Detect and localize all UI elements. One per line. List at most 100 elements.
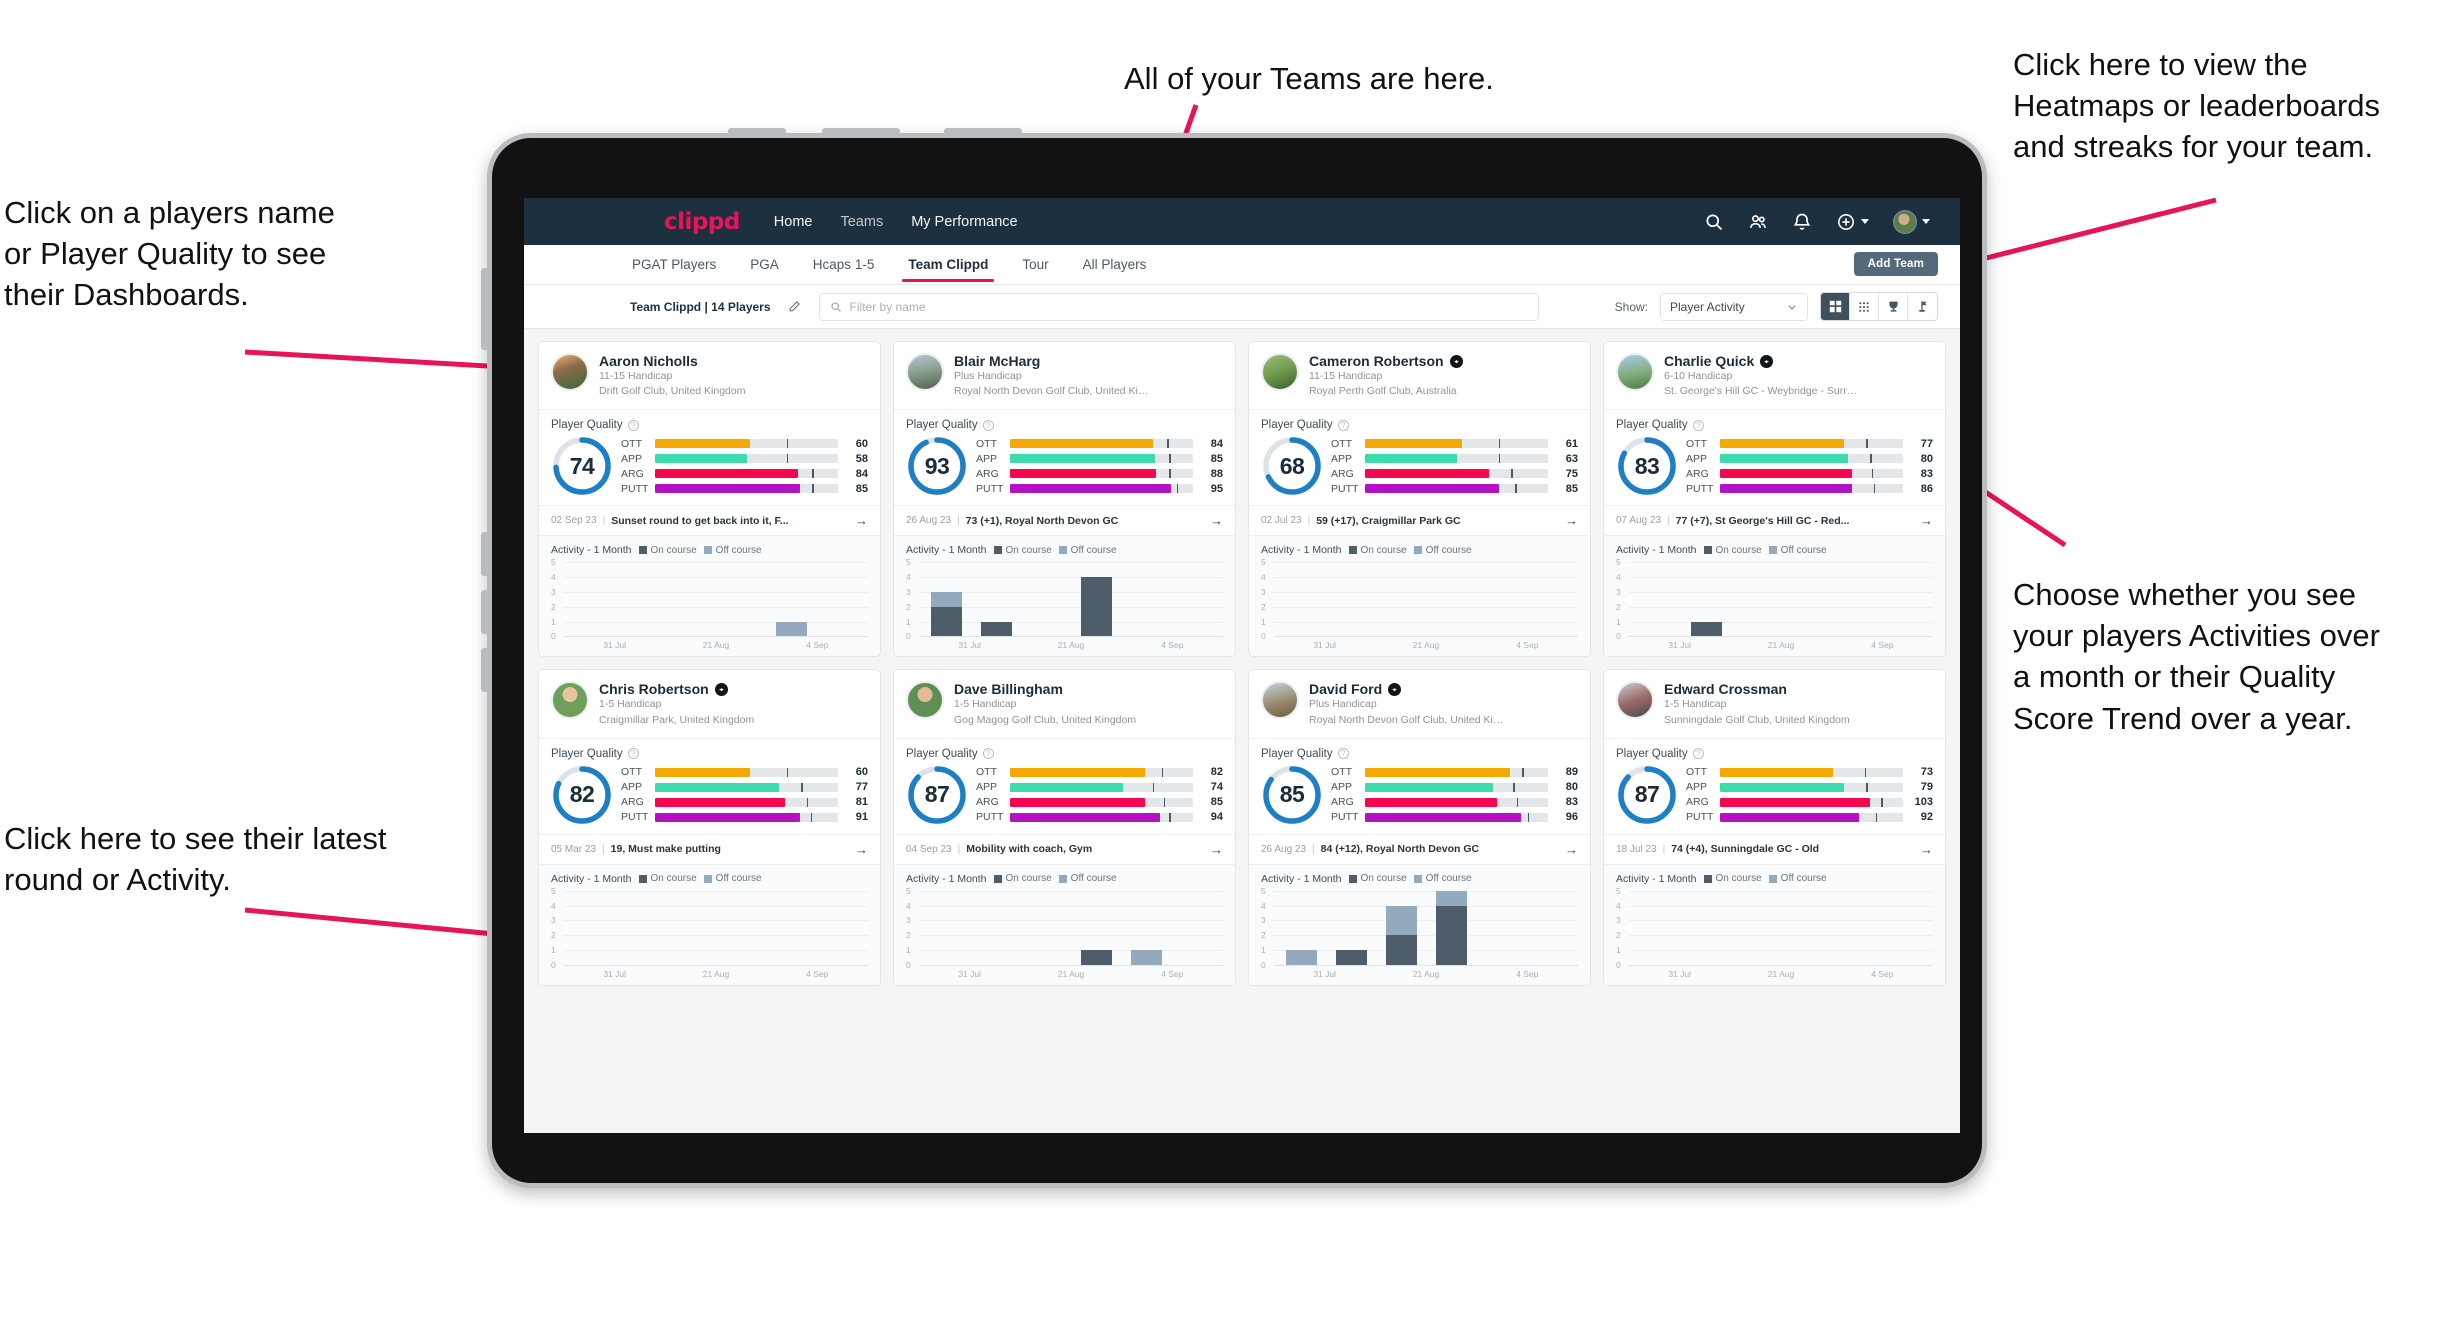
player-name[interactable]: Cameron Robertson bbox=[1309, 353, 1444, 369]
nav-link-my-performance[interactable]: My Performance bbox=[911, 214, 1017, 230]
player-name-row[interactable]: Charlie Quick bbox=[1664, 353, 1860, 369]
arrow-right-icon[interactable]: → bbox=[1210, 513, 1223, 528]
tab-pga[interactable]: PGA bbox=[748, 248, 781, 281]
quality-score-ring[interactable]: 93 bbox=[906, 435, 968, 497]
avatar[interactable] bbox=[1893, 209, 1917, 234]
player-card[interactable]: Edward Crossman 1-5 Handicap Sunningdale G… bbox=[1603, 669, 1946, 986]
player-name-row[interactable]: Chris Robertson bbox=[599, 681, 754, 697]
player-card[interactable]: Charlie Quick 6-10 Handicap St. George's H… bbox=[1603, 341, 1946, 658]
player-quality-section[interactable]: Player Quality? 83 OTT 77 APP 80 ARG 83 PUTT 86 bbox=[1604, 409, 1945, 505]
latest-round-row[interactable]: 26 Aug 23 | 84 (+12), Royal North Devon GC… bbox=[1249, 833, 1590, 864]
help-icon[interactable]: ? bbox=[627, 419, 639, 431]
player-card-header[interactable]: Aaron Nicholls 11-15 Handicap Drift Golf C… bbox=[539, 342, 880, 409]
arrow-right-icon[interactable]: → bbox=[1565, 513, 1578, 528]
latest-round-row[interactable]: 18 Jul 23 | 74 (+4), Sunningdale GC - Old → bbox=[1604, 833, 1945, 864]
player-quality-section[interactable]: Player Quality? 68 OTT 61 APP 63 ARG 75 PUTT 85 bbox=[1249, 409, 1590, 505]
metric-row: OTT 77 bbox=[1686, 438, 1933, 450]
player-name[interactable]: Chris Robertson bbox=[599, 681, 709, 697]
player-name[interactable]: David Ford bbox=[1309, 681, 1382, 697]
clippd-logo[interactable]: clippd bbox=[664, 209, 740, 235]
player-card[interactable]: Chris Robertson 1-5 Handicap Craigmillar P… bbox=[538, 669, 881, 986]
player-name[interactable]: Charlie Quick bbox=[1664, 353, 1754, 369]
bell-icon[interactable] bbox=[1792, 212, 1812, 232]
arrow-right-icon[interactable]: → bbox=[1920, 842, 1933, 857]
help-icon[interactable]: ? bbox=[982, 748, 994, 760]
player-quality-section[interactable]: Player Quality? 87 OTT 73 APP 79 ARG 103 PUTT 92 bbox=[1604, 737, 1945, 834]
help-icon[interactable]: ? bbox=[1692, 419, 1704, 431]
player-card[interactable]: Aaron Nicholls 11-15 Handicap Drift Golf C… bbox=[538, 341, 881, 658]
help-icon[interactable]: ? bbox=[1692, 748, 1704, 760]
player-card[interactable]: Blair McHarg Plus Handicap Royal North Dev… bbox=[893, 341, 1236, 658]
player-name-row[interactable]: Blair McHarg bbox=[954, 353, 1150, 369]
arrow-right-icon[interactable]: → bbox=[1210, 842, 1223, 857]
player-quality-section[interactable]: Player Quality? 93 OTT 84 APP 85 ARG 88 PUTT 95 bbox=[894, 409, 1235, 505]
player-card-header[interactable]: Blair McHarg Plus Handicap Royal North Dev… bbox=[894, 342, 1235, 409]
latest-round-row[interactable]: 26 Aug 23 | 73 (+1), Royal North Devon GC → bbox=[894, 505, 1235, 535]
plus-circle-icon[interactable] bbox=[1836, 212, 1856, 232]
arrow-right-icon[interactable]: → bbox=[855, 842, 868, 857]
quality-score-ring[interactable]: 85 bbox=[1261, 764, 1323, 826]
player-quality-section[interactable]: Player Quality? 87 OTT 82 APP 74 ARG 85 PUTT 94 bbox=[894, 737, 1235, 834]
leaderboard-trophy-button[interactable] bbox=[1879, 293, 1908, 320]
arrow-right-icon[interactable]: → bbox=[855, 513, 868, 528]
player-card-header[interactable]: David Ford Plus Handicap Royal North Devon… bbox=[1249, 670, 1590, 737]
player-name-row[interactable]: David Ford bbox=[1309, 681, 1505, 697]
player-card-header[interactable]: Dave Billingham 1-5 Handicap Gog Magog Gol… bbox=[894, 670, 1235, 737]
player-card[interactable]: Cameron Robertson 11-15 Handicap Royal Per… bbox=[1248, 341, 1591, 658]
player-name[interactable]: Dave Billingham bbox=[954, 681, 1063, 697]
player-name-row[interactable]: Aaron Nicholls bbox=[599, 353, 745, 369]
player-quality-section[interactable]: Player Quality? 85 OTT 89 APP 80 ARG 83 PUTT 96 bbox=[1249, 737, 1590, 834]
nav-link-teams[interactable]: Teams bbox=[840, 214, 883, 230]
player-card[interactable]: David Ford Plus Handicap Royal North Devon… bbox=[1248, 669, 1591, 986]
player-name-row[interactable]: Cameron Robertson bbox=[1309, 353, 1463, 369]
player-name[interactable]: Blair McHarg bbox=[954, 353, 1040, 369]
quality-score-ring[interactable]: 68 bbox=[1261, 435, 1323, 497]
tab-pgat-players[interactable]: PGAT Players bbox=[630, 248, 718, 281]
tab-all-players[interactable]: All Players bbox=[1081, 248, 1149, 281]
quality-score-ring[interactable]: 87 bbox=[1616, 764, 1678, 826]
tab-tour[interactable]: Tour bbox=[1020, 248, 1050, 281]
player-name[interactable]: Edward Crossman bbox=[1664, 681, 1787, 697]
quality-score-ring[interactable]: 74 bbox=[551, 435, 613, 497]
show-select[interactable]: Player Activity bbox=[1660, 292, 1808, 321]
latest-round-row[interactable]: 05 Mar 23 | 19, Must make putting → bbox=[539, 833, 880, 864]
latest-round-row[interactable]: 02 Sep 23 | Sunset round to get back into … bbox=[539, 505, 880, 535]
player-name[interactable]: Aaron Nicholls bbox=[599, 353, 698, 369]
player-card-header[interactable]: Edward Crossman 1-5 Handicap Sunningdale G… bbox=[1604, 670, 1945, 737]
player-card-header[interactable]: Cameron Robertson 11-15 Handicap Royal Per… bbox=[1249, 342, 1590, 409]
help-icon[interactable]: ? bbox=[1337, 748, 1349, 760]
help-icon[interactable]: ? bbox=[627, 748, 639, 760]
search-input[interactable]: Filter by name bbox=[818, 292, 1539, 321]
streaks-flag-button[interactable] bbox=[1908, 293, 1937, 320]
edit-pencil-icon[interactable] bbox=[783, 295, 807, 319]
player-card[interactable]: Dave Billingham 1-5 Handicap Gog Magog Gol… bbox=[893, 669, 1236, 986]
card-view-button[interactable] bbox=[1821, 293, 1850, 320]
quality-score-ring[interactable]: 83 bbox=[1616, 435, 1678, 497]
user-menu[interactable] bbox=[1893, 209, 1930, 234]
nav-link-home[interactable]: Home bbox=[774, 214, 813, 230]
player-card-header[interactable]: Chris Robertson 1-5 Handicap Craigmillar P… bbox=[539, 670, 880, 737]
add-menu[interactable] bbox=[1836, 212, 1869, 232]
quality-score-ring[interactable]: 82 bbox=[551, 764, 613, 826]
player-quality-section[interactable]: Player Quality? 74 OTT 60 APP 58 ARG 84 PUTT 85 bbox=[539, 409, 880, 505]
tab-hcaps-1-5[interactable]: Hcaps 1-5 bbox=[811, 248, 877, 281]
chart-bar bbox=[1285, 950, 1317, 965]
search-icon bbox=[830, 301, 841, 312]
help-icon[interactable]: ? bbox=[1337, 419, 1349, 431]
arrow-right-icon[interactable]: → bbox=[1920, 513, 1933, 528]
latest-round-row[interactable]: 02 Jul 23 | 59 (+17), Craigmillar Park GC → bbox=[1249, 505, 1590, 535]
latest-round-row[interactable]: 04 Sep 23 | Mobility with coach, Gym → bbox=[894, 833, 1235, 864]
help-icon[interactable]: ? bbox=[982, 419, 994, 431]
arrow-right-icon[interactable]: → bbox=[1565, 842, 1578, 857]
player-name-row[interactable]: Dave Billingham bbox=[954, 681, 1136, 697]
search-icon[interactable] bbox=[1704, 212, 1724, 232]
tab-team-clippd[interactable]: Team Clippd bbox=[902, 248, 995, 282]
add-team-button[interactable]: Add Team bbox=[1853, 252, 1938, 276]
player-card-header[interactable]: Charlie Quick 6-10 Handicap St. George's H… bbox=[1604, 342, 1945, 409]
player-name-row[interactable]: Edward Crossman bbox=[1664, 681, 1850, 697]
grid-view-button[interactable] bbox=[1850, 293, 1879, 320]
quality-score-ring[interactable]: 87 bbox=[906, 764, 968, 826]
player-quality-section[interactable]: Player Quality? 82 OTT 60 APP 77 ARG 81 PUTT 91 bbox=[539, 737, 880, 834]
latest-round-row[interactable]: 07 Aug 23 | 77 (+7), St George's Hill GC -… bbox=[1604, 505, 1945, 535]
people-icon[interactable] bbox=[1748, 212, 1768, 232]
